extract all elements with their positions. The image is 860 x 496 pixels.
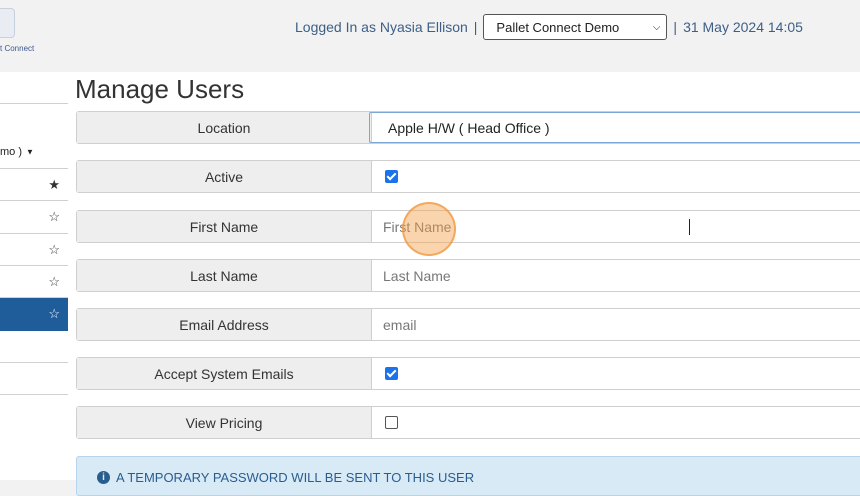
location-select[interactable]: Apple H/W ( Head Office ) <box>369 112 860 143</box>
view-pricing-checkbox-wrapper <box>385 407 398 438</box>
sidebar-org-dropdown[interactable]: mo ) ▼ <box>0 136 68 169</box>
header-separator: | <box>473 19 478 35</box>
sidebar-item[interactable]: ☆ <box>0 201 68 234</box>
location-select-value: Apple H/W ( Head Office ) <box>388 119 550 136</box>
form-row-email: Email Address email <box>76 308 860 341</box>
email-placeholder: email <box>383 316 417 333</box>
star-outline-icon[interactable]: ☆ <box>48 306 60 322</box>
last-name-input[interactable]: Last Name <box>383 260 860 291</box>
sidebar-item[interactable] <box>0 363 68 395</box>
view-pricing-checkbox[interactable] <box>385 416 398 429</box>
last-name-placeholder: Last Name <box>383 267 451 284</box>
location-label: Location <box>77 112 372 143</box>
header-bar: Logged In as Nyasia Ellison | Pallet Con… <box>295 14 803 40</box>
page-title: Manage Users <box>75 74 245 104</box>
email-input[interactable]: email <box>383 309 860 340</box>
organization-select[interactable]: Pallet Connect Demo ⌵ <box>483 14 668 40</box>
logged-in-text: Logged In as Nyasia Ellison <box>295 19 468 35</box>
view-pricing-label: View Pricing <box>77 407 372 438</box>
form-row-view-pricing: View Pricing <box>76 406 860 439</box>
active-checkbox-wrapper <box>385 161 398 192</box>
info-alert: i A TEMPORARY PASSWORD WILL BE SENT TO T… <box>76 456 860 496</box>
text-caret <box>689 219 690 235</box>
star-outline-icon[interactable]: ☆ <box>48 274 60 290</box>
star-outline-icon[interactable]: ☆ <box>48 209 60 225</box>
email-label: Email Address <box>77 309 372 340</box>
first-name-label: First Name <box>77 211 372 242</box>
sidebar-org-label: mo ) <box>0 146 22 158</box>
header-separator: | <box>673 19 678 35</box>
accept-emails-checkbox-wrapper <box>385 358 398 389</box>
info-alert-text: A TEMPORARY PASSWORD WILL BE SENT TO THI… <box>116 470 475 485</box>
form-row-location: Location Apple H/W ( Head Office ) <box>76 111 860 144</box>
sidebar-item[interactable]: ☆ <box>0 234 68 266</box>
sidebar-nav: mo ) ▼ ★ ☆ ☆ ☆ ☆ <box>0 72 68 480</box>
active-checkbox[interactable] <box>385 170 398 183</box>
sidebar-item[interactable] <box>0 72 68 104</box>
sidebar-item[interactable]: ☆ <box>0 266 68 298</box>
sidebar-item[interactable] <box>0 331 68 363</box>
caret-down-icon: ▼ <box>26 147 34 157</box>
sidebar-item-manage-users[interactable]: ☆ <box>0 298 68 331</box>
accept-emails-label: Accept System Emails <box>77 358 372 389</box>
active-label: Active <box>77 161 372 192</box>
accept-emails-checkbox[interactable] <box>385 367 398 380</box>
logo-image <box>0 8 15 38</box>
star-outline-icon[interactable]: ☆ <box>48 242 60 258</box>
form-row-accept-emails: Accept System Emails <box>76 357 860 390</box>
main-content: Manage Users Location Apple H/W ( Head O… <box>68 72 860 496</box>
form-row-last-name: Last Name Last Name <box>76 259 860 292</box>
click-highlight <box>402 202 456 256</box>
chevron-down-icon: ⌵ <box>652 21 661 33</box>
last-name-label: Last Name <box>77 260 372 291</box>
star-filled-icon[interactable]: ★ <box>48 177 60 193</box>
form-row-active: Active <box>76 160 860 193</box>
organization-select-value: Pallet Connect Demo <box>496 19 620 35</box>
sidebar-item-favorite[interactable]: ★ <box>0 169 68 201</box>
logo-text: t Connect <box>0 44 35 53</box>
header-datetime: 31 May 2024 14:05 <box>683 19 803 35</box>
company-logo[interactable]: t Connect <box>0 0 40 60</box>
form-row-first-name: First Name First Name <box>76 210 860 243</box>
info-icon: i <box>97 471 110 484</box>
